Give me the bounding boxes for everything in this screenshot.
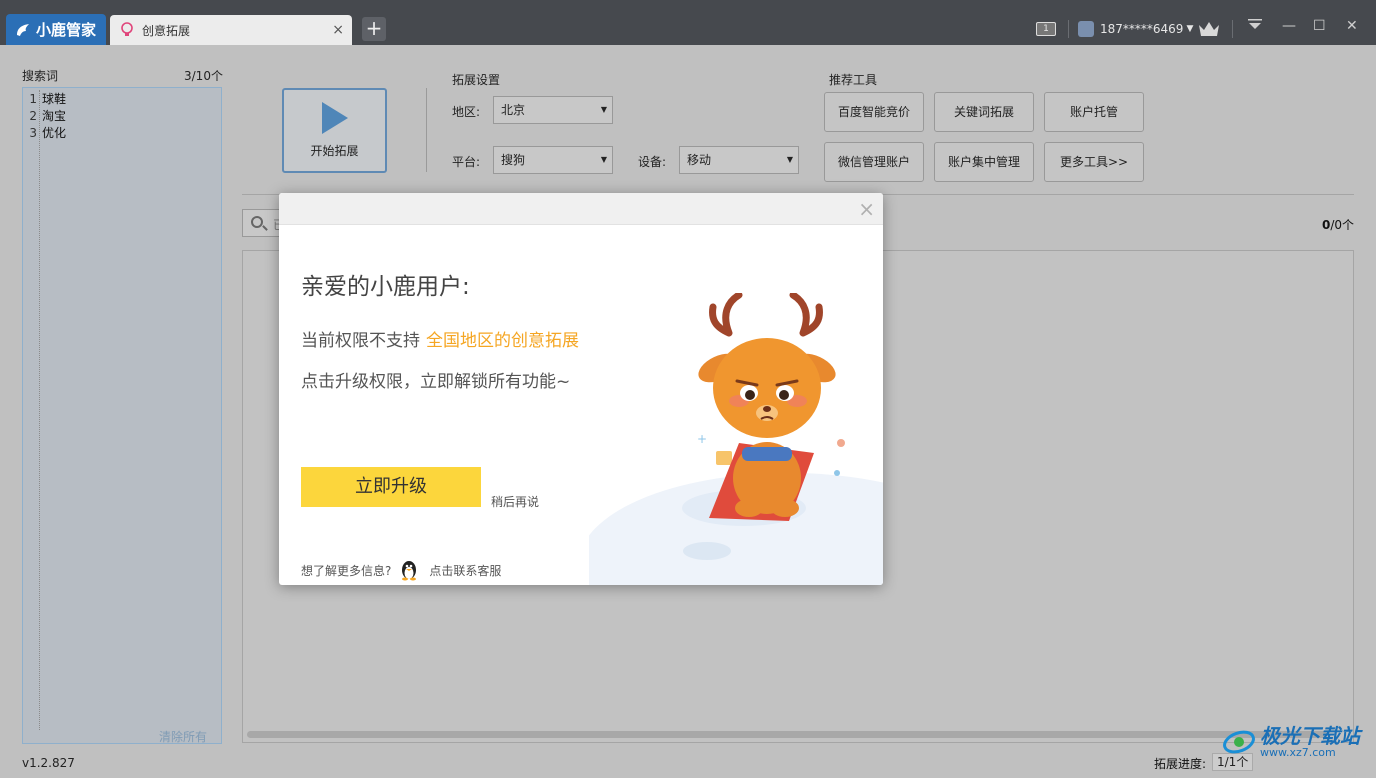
- avatar-icon: [1078, 21, 1094, 37]
- settings-title: 拓展设置: [452, 73, 501, 87]
- start-expand-button[interactable]: 开始拓展: [282, 88, 387, 173]
- line-number: 3: [29, 125, 37, 140]
- start-expand-label: 开始拓展: [310, 144, 359, 158]
- title-bar: 小鹿管家 创意拓展 × + 1 187*****6469 ▼ — ☐ ✕: [0, 0, 1376, 45]
- dialog-close-icon[interactable]: ×: [858, 197, 875, 221]
- divider: [1068, 20, 1069, 38]
- region-select[interactable]: 北京 ▼: [493, 96, 613, 124]
- keyword-row[interactable]: 1 球鞋: [23, 90, 66, 107]
- platform-select[interactable]: 搜狗 ▼: [493, 146, 613, 174]
- keyword-text: 淘宝: [42, 109, 67, 123]
- result-count-total: /0个: [1330, 218, 1355, 232]
- tools-title: 推荐工具: [829, 73, 878, 87]
- tab-close-icon[interactable]: ×: [332, 22, 344, 38]
- qq-penguin-icon[interactable]: [399, 559, 419, 581]
- chevron-down-icon: ▼: [1186, 24, 1194, 34]
- maximize-button[interactable]: ☐: [1313, 18, 1326, 34]
- tool-button-wechat-accounts[interactable]: 微信管理账户: [824, 142, 924, 182]
- region-value: 北京: [501, 103, 526, 117]
- progress-label: 拓展进度:: [1154, 757, 1207, 771]
- upgrade-now-button[interactable]: 立即升级: [301, 467, 481, 507]
- tool-button-more-tools[interactable]: 更多工具>>: [1044, 142, 1144, 182]
- watermark: 极光下载站 www.xz7.com: [1222, 725, 1360, 759]
- close-button[interactable]: ✕: [1346, 18, 1358, 34]
- tab-creative-expand[interactable]: 创意拓展 ×: [110, 15, 352, 45]
- tab-label: 创意拓展: [142, 23, 191, 38]
- clear-all-link[interactable]: 清除所有: [159, 728, 207, 745]
- message-button[interactable]: 1: [1036, 18, 1056, 40]
- dialog-message-line2: 点击升级权限，立即解锁所有功能~: [301, 372, 571, 392]
- keywords-label: 搜索词: [22, 69, 59, 83]
- dropdown-arrow-icon: ▼: [786, 155, 793, 164]
- menu-button[interactable]: [1248, 18, 1262, 34]
- device-value: 移动: [687, 153, 712, 167]
- user-menu[interactable]: 187*****6469 ▼: [1078, 18, 1193, 40]
- divider: [426, 88, 427, 172]
- dialog-greeting: 亲爱的小鹿用户:: [301, 274, 470, 300]
- dialog-message-line1: 当前权限不支持 全国地区的创意拓展: [301, 326, 579, 351]
- watermark-title: 极光下载站: [1260, 724, 1360, 748]
- new-tab-button[interactable]: +: [362, 17, 386, 41]
- keyword-row[interactable]: 2 淘宝: [23, 107, 66, 124]
- tool-button-account-central[interactable]: 账户集中管理: [934, 142, 1034, 182]
- platform-label: 平台:: [452, 155, 481, 169]
- keyword-text: 球鞋: [42, 92, 67, 106]
- device-select[interactable]: 移动 ▼: [679, 146, 799, 174]
- user-phone: 187*****6469: [1100, 22, 1184, 36]
- line-number: 2: [29, 108, 37, 123]
- version-label: v1.2.827: [22, 756, 75, 770]
- contact-support-link[interactable]: 点击联系客服: [429, 562, 501, 579]
- dialog-header: ×: [279, 193, 883, 225]
- later-link[interactable]: 稍后再说: [491, 493, 539, 510]
- dropdown-arrow-icon: ▼: [600, 155, 607, 164]
- line-number: 1: [29, 91, 37, 106]
- dialog-message-highlight: 全国地区的创意拓展: [426, 331, 579, 351]
- tool-button-keyword-expand[interactable]: 关键词拓展: [934, 92, 1034, 132]
- device-label: 设备:: [638, 155, 667, 169]
- app-logo-tab[interactable]: 小鹿管家: [6, 14, 106, 45]
- message-count-badge: 1: [1036, 22, 1056, 36]
- line-number-gutter: [39, 90, 40, 730]
- crown-icon: [1199, 22, 1219, 36]
- vip-button[interactable]: [1198, 18, 1220, 40]
- keyword-text: 优化: [42, 126, 67, 140]
- search-icon: [251, 216, 263, 228]
- deer-mascot-illustration: +: [589, 293, 883, 585]
- region-label: 地区:: [452, 105, 481, 119]
- lightbulb-icon: [121, 22, 133, 36]
- minimize-button[interactable]: —: [1282, 18, 1296, 34]
- keywords-editor[interactable]: 1 球鞋 2 淘宝 3 优化 清除所有: [22, 87, 222, 744]
- dialog-footer: 想了解更多信息? 点击联系客服: [301, 559, 501, 581]
- dropdown-arrow-icon: ▼: [600, 105, 607, 114]
- keyword-row[interactable]: 3 优化: [23, 124, 66, 141]
- horizontal-scrollbar[interactable]: [247, 731, 1327, 738]
- svg-text:+: +: [697, 432, 707, 446]
- platform-value: 搜狗: [501, 153, 526, 167]
- app-name: 小鹿管家: [36, 21, 97, 39]
- watermark-url: www.xz7.com: [1260, 746, 1336, 759]
- watermark-logo-icon: [1223, 730, 1255, 754]
- tool-button-account-hosting[interactable]: 账户托管: [1044, 92, 1144, 132]
- tool-button-baidu-bidding[interactable]: 百度智能竞价: [824, 92, 924, 132]
- footer-text: 想了解更多信息?: [301, 563, 392, 578]
- play-icon: [321, 102, 348, 134]
- dialog-message-prefix: 当前权限不支持: [301, 331, 420, 351]
- upgrade-dialog: × 亲爱的小鹿用户: 当前权限不支持 全国地区的创意拓展 点击升级权限，立即解锁所…: [279, 193, 883, 585]
- result-count: 0/0个: [1322, 216, 1354, 233]
- deer-logo-icon: [17, 23, 29, 36]
- divider: [1232, 20, 1233, 38]
- menu-dropdown-icon: [1248, 19, 1262, 29]
- keywords-count: 3/10个: [184, 69, 223, 83]
